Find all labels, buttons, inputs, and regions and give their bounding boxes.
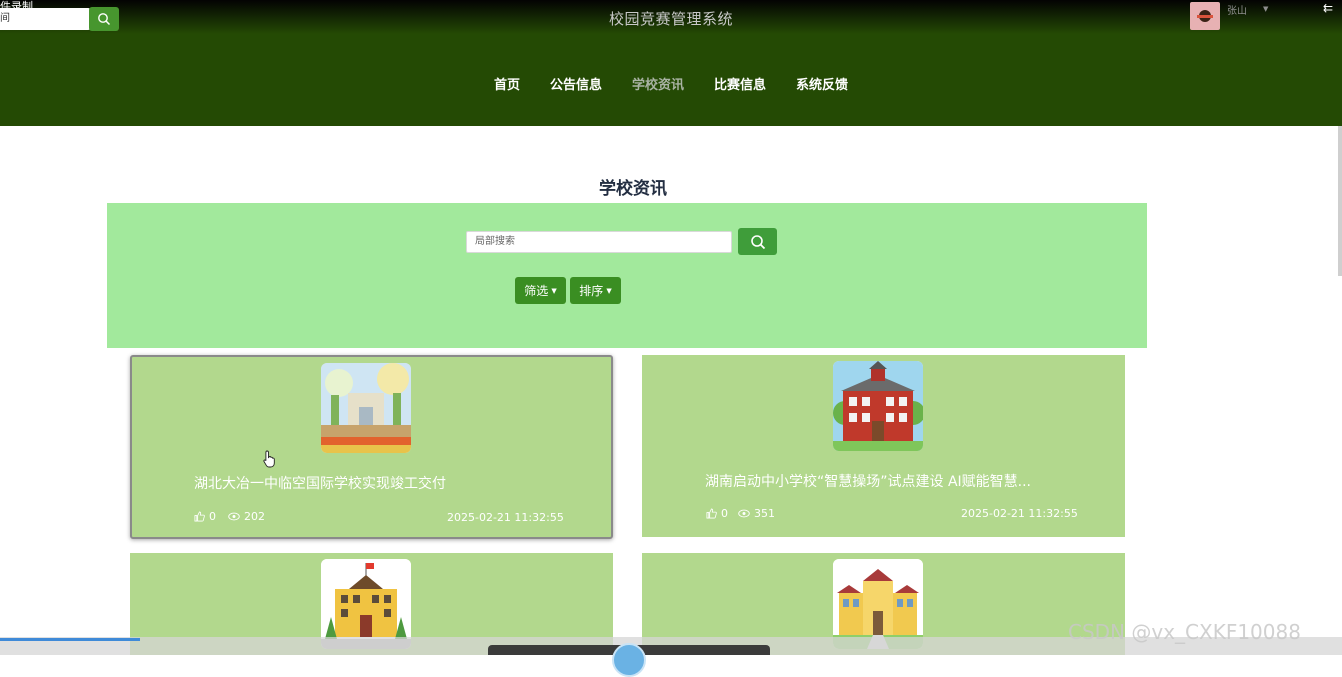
- news-title[interactable]: 湖北大冶一中临空国际学校实现竣工交付: [194, 473, 446, 493]
- news-title[interactable]: 湖南启动中小学校“智慧操场”试点建设 AI赋能智慧...: [705, 471, 1031, 491]
- user-name[interactable]: 张山: [1227, 2, 1247, 17]
- main-nav: 首页 公告信息 学校资讯 比赛信息 系统反馈: [0, 76, 1342, 96]
- nav-item-announcements[interactable]: 公告信息: [535, 76, 617, 96]
- local-search-input[interactable]: 局部搜索: [466, 231, 732, 253]
- avatar-band: [1197, 15, 1213, 18]
- page-scrollbar[interactable]: [1338, 126, 1342, 276]
- caret-down-icon: ▼: [551, 286, 557, 295]
- filter-button[interactable]: 筛选 ▼: [515, 277, 566, 304]
- news-card[interactable]: 湖南启动中小学校“智慧操场”试点建设 AI赋能智慧... 0 351 2025-…: [642, 355, 1125, 537]
- collapse-arrows-icon[interactable]: ⇇: [1323, 2, 1333, 14]
- like-count-value: 0: [721, 507, 728, 520]
- view-count: 202: [228, 510, 265, 523]
- page-title: 学校资讯: [599, 179, 667, 199]
- news-thumbnail: [321, 559, 411, 649]
- news-thumbnail: [321, 363, 411, 453]
- like-count[interactable]: 0: [194, 510, 216, 523]
- eye-icon: [738, 509, 750, 518]
- recording-progress-bar: [0, 638, 140, 641]
- view-count-value: 351: [754, 507, 775, 520]
- news-thumbnail: [833, 559, 923, 649]
- caret-down-icon: ▼: [606, 286, 612, 295]
- local-search-button[interactable]: [738, 228, 777, 255]
- watermark: CSDN @vx_CXKF10088: [1068, 620, 1301, 644]
- view-count: 351: [738, 507, 775, 520]
- chevron-down-icon[interactable]: ▼: [1263, 5, 1268, 13]
- thumbs-up-icon: [706, 508, 717, 519]
- news-thumbnail: [833, 361, 923, 451]
- nav-item-home[interactable]: 首页: [479, 76, 535, 96]
- publish-date: 2025-02-21 11:32:55: [961, 507, 1078, 520]
- sort-label: 排序: [579, 284, 604, 298]
- nav-item-feedback[interactable]: 系统反馈: [781, 76, 863, 96]
- news-card[interactable]: 湖北大冶一中临空国际学校实现竣工交付 0 202 2025-02-21 11:3…: [130, 355, 613, 539]
- like-count-value: 0: [209, 510, 216, 523]
- hand-cursor-icon: [263, 450, 275, 468]
- thumbs-up-icon: [194, 511, 205, 522]
- search-icon: [750, 234, 765, 249]
- user-avatar[interactable]: [1190, 2, 1220, 30]
- record-button[interactable]: [612, 643, 646, 677]
- sort-button[interactable]: 排序 ▼: [570, 277, 621, 304]
- nav-item-school-news[interactable]: 学校资讯: [617, 76, 699, 96]
- nav-item-competitions[interactable]: 比赛信息: [699, 76, 781, 96]
- app-title: 校园竞赛管理系统: [608, 10, 733, 28]
- search-panel: [107, 203, 1147, 348]
- view-count-value: 202: [244, 510, 265, 523]
- filter-label: 筛选: [524, 284, 549, 298]
- publish-date: 2025-02-21 11:32:55: [447, 511, 564, 524]
- eye-icon: [228, 512, 240, 521]
- like-count[interactable]: 0: [706, 507, 728, 520]
